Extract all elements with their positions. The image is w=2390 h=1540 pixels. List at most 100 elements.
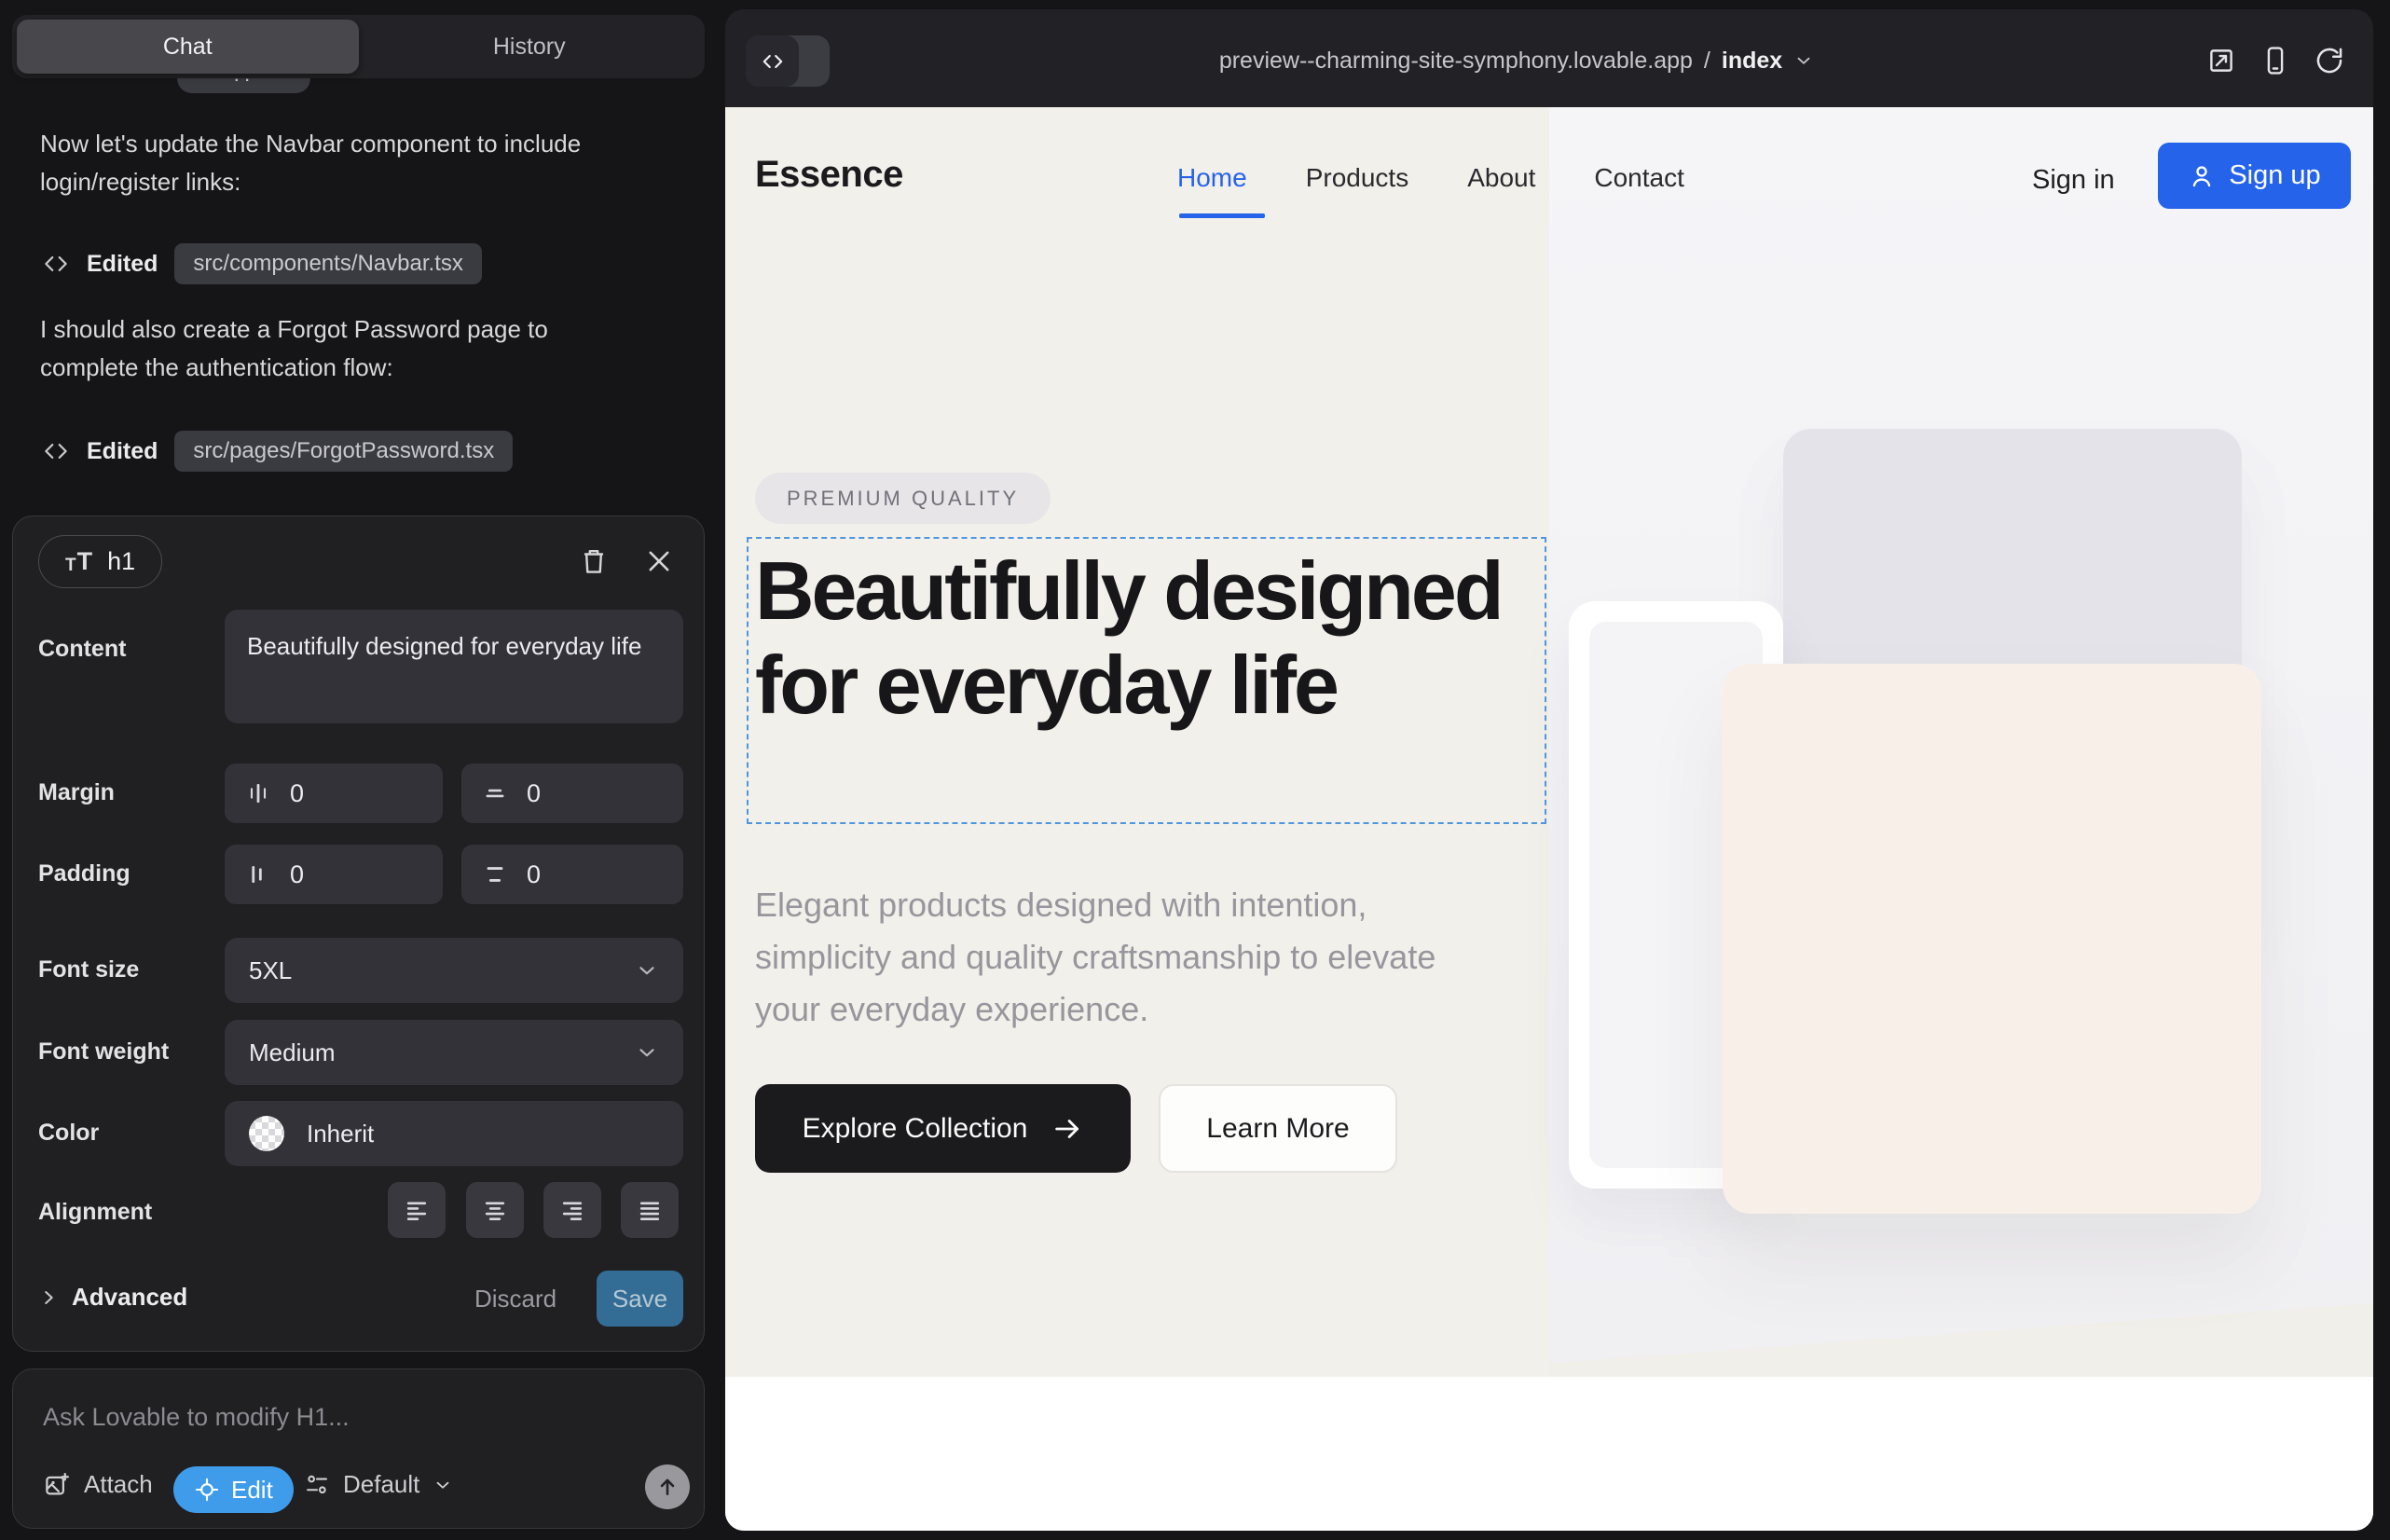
edited-file-row: Edited src/pages/ForgotPassword.tsx xyxy=(42,431,513,472)
close-icon xyxy=(643,545,675,577)
page-name: index xyxy=(1722,48,1782,75)
align-justify-button[interactable] xyxy=(621,1182,679,1238)
sign-up-label: Sign up xyxy=(2229,160,2320,191)
section-below-hero xyxy=(725,1377,2373,1531)
attach-button[interactable]: Attach xyxy=(43,1470,153,1499)
color-value: Inherit xyxy=(307,1120,374,1148)
edited-label: Edited xyxy=(87,438,158,465)
code-preview-toggle[interactable] xyxy=(746,35,830,87)
padding-x-value: 0 xyxy=(290,860,304,889)
premium-quality-badge: PREMIUM QUALITY xyxy=(755,473,1051,524)
explore-collection-button[interactable]: Explore Collection xyxy=(755,1084,1131,1173)
save-button[interactable]: Save xyxy=(597,1271,683,1327)
url-bar[interactable]: preview--charming-site-symphony.lovable.… xyxy=(846,37,2187,84)
discard-button[interactable]: Discard xyxy=(474,1285,556,1313)
font-size-value: 5XL xyxy=(249,956,292,985)
padding-horizontal-icon xyxy=(245,861,271,887)
site-logo[interactable]: Essence xyxy=(755,154,903,196)
code-icon xyxy=(42,250,70,278)
margin-x-value: 0 xyxy=(290,779,304,808)
decor-card-cream xyxy=(1723,664,2261,1214)
diagonal-wedge xyxy=(1549,1303,2373,1377)
code-icon xyxy=(761,49,785,74)
file-chip[interactable]: src/components/Navbar.tsx xyxy=(174,243,481,284)
font-weight-label: Font weight xyxy=(38,1038,169,1066)
hero-paragraph: Elegant products designed with intention… xyxy=(755,879,1463,1036)
chevron-down-icon xyxy=(433,1475,453,1495)
composer-input[interactable]: Ask Lovable to modify H1... xyxy=(43,1403,350,1432)
send-button[interactable] xyxy=(645,1464,690,1509)
hero-headline[interactable]: Beautifully designed for everyday life xyxy=(755,543,1529,732)
explore-collection-label: Explore Collection xyxy=(803,1113,1028,1145)
align-left-icon xyxy=(403,1198,431,1223)
padding-vertical-icon xyxy=(482,861,508,887)
sign-in-link[interactable]: Sign in xyxy=(2032,165,2115,196)
mobile-view-button[interactable] xyxy=(2260,45,2291,76)
refresh-icon xyxy=(2314,45,2345,76)
align-center-button[interactable] xyxy=(466,1182,524,1238)
tab-history[interactable]: History xyxy=(359,20,701,74)
margin-x-input[interactable]: 0 xyxy=(225,763,443,823)
type-size-icon: TT xyxy=(65,547,92,576)
align-left-button[interactable] xyxy=(388,1182,446,1238)
arrow-right-icon xyxy=(1051,1113,1083,1145)
align-center-icon xyxy=(481,1198,509,1223)
code-icon xyxy=(42,437,70,465)
code-toggle-segment[interactable] xyxy=(746,35,799,87)
font-size-select[interactable]: 5XL xyxy=(225,938,683,1003)
edit-mode-button[interactable]: Edit xyxy=(173,1466,294,1513)
delete-element-button[interactable] xyxy=(573,541,614,582)
learn-more-button[interactable]: Learn More xyxy=(1159,1084,1397,1173)
open-in-new-tab-button[interactable] xyxy=(2205,45,2237,76)
color-select[interactable]: Inherit xyxy=(225,1101,683,1166)
chevron-down-icon xyxy=(1793,50,1814,71)
content-input[interactable]: Beautifully designed for everyday life xyxy=(225,610,683,723)
advanced-toggle[interactable]: Advanced xyxy=(38,1283,187,1312)
chevron-down-icon xyxy=(635,1040,659,1065)
close-editor-button[interactable] xyxy=(639,541,680,582)
padding-x-input[interactable]: 0 xyxy=(225,845,443,904)
align-right-button[interactable] xyxy=(543,1182,601,1238)
font-weight-select[interactable]: Medium xyxy=(225,1020,683,1085)
edit-label: Edit xyxy=(231,1476,273,1505)
font-weight-value: Medium xyxy=(249,1038,335,1067)
nav-link-contact[interactable]: Contact xyxy=(1594,163,1684,193)
padding-y-input[interactable]: 0 xyxy=(461,845,683,904)
margin-label: Margin xyxy=(38,779,115,806)
default-label: Default xyxy=(343,1470,419,1499)
nav-link-products[interactable]: Products xyxy=(1306,163,1409,193)
align-justify-icon xyxy=(636,1198,664,1223)
arrow-up-icon xyxy=(655,1475,680,1499)
site-content: Essence Home Products About Contact Sign… xyxy=(725,107,2373,1531)
nav-link-home[interactable]: Home xyxy=(1177,163,1247,193)
preview-window: preview--charming-site-symphony.lovable.… xyxy=(725,9,2373,1531)
external-link-icon xyxy=(2205,45,2237,76)
nav-link-about[interactable]: About xyxy=(1467,163,1535,193)
align-right-icon xyxy=(558,1198,586,1223)
content-label: Content xyxy=(38,636,126,663)
sliders-icon xyxy=(304,1472,330,1498)
chevron-down-icon xyxy=(635,958,659,983)
color-swatch-icon xyxy=(249,1116,284,1151)
margin-horizontal-icon xyxy=(245,780,271,806)
advanced-label: Advanced xyxy=(72,1283,187,1312)
file-chip[interactable]: src/pages/ForgotPassword.tsx xyxy=(174,431,513,472)
active-nav-underline xyxy=(1179,213,1265,218)
element-editor-panel: TT h1 Content Beautifully designed for e… xyxy=(12,516,705,1352)
chat-history-tabs: Chat History xyxy=(12,15,705,78)
padding-label: Padding xyxy=(38,860,130,887)
site-nav: Home Products About Contact xyxy=(1177,163,1684,193)
margin-y-input[interactable]: 0 xyxy=(461,763,683,823)
tab-chat[interactable]: Chat xyxy=(17,20,359,74)
edited-label: Edited xyxy=(87,251,158,278)
attach-label: Attach xyxy=(84,1470,153,1499)
user-icon xyxy=(2188,162,2216,190)
chevron-right-icon xyxy=(38,1287,59,1308)
model-default-button[interactable]: Default xyxy=(304,1470,453,1499)
preview-url: preview--charming-site-symphony.lovable.… xyxy=(1219,48,1693,75)
sign-up-button[interactable]: Sign up xyxy=(2158,143,2351,209)
selected-element-tag: TT h1 xyxy=(38,535,162,588)
font-size-label: Font size xyxy=(38,956,139,983)
padding-y-value: 0 xyxy=(527,860,541,889)
refresh-button[interactable] xyxy=(2314,45,2345,76)
